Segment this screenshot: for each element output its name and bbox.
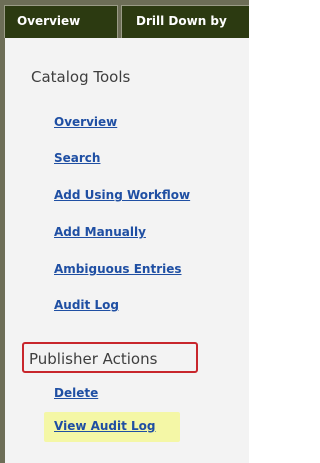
ambiguous-entries-link[interactable]: Ambiguous Entries	[54, 262, 182, 276]
side-panel: Catalog Tools Overview Search Add Using …	[0, 38, 249, 463]
publisher-actions-heading: Publisher Actions	[29, 350, 158, 368]
audit-log-link[interactable]: Audit Log	[54, 298, 119, 312]
delete-link[interactable]: Delete	[54, 386, 98, 400]
catalog-tools-heading: Catalog Tools	[31, 68, 131, 86]
tab-overview[interactable]: Overview	[4, 5, 118, 38]
search-link[interactable]: Search	[54, 151, 100, 165]
view-audit-log-link[interactable]: View Audit Log	[54, 419, 156, 433]
tab-bar: Overview Drill Down by	[0, 0, 249, 38]
tab-drill-down-by[interactable]: Drill Down by	[121, 5, 249, 38]
add-using-workflow-link[interactable]: Add Using Workflow	[54, 188, 190, 202]
panel-border	[0, 38, 5, 463]
overview-link[interactable]: Overview	[54, 115, 117, 129]
add-manually-link[interactable]: Add Manually	[54, 225, 146, 239]
